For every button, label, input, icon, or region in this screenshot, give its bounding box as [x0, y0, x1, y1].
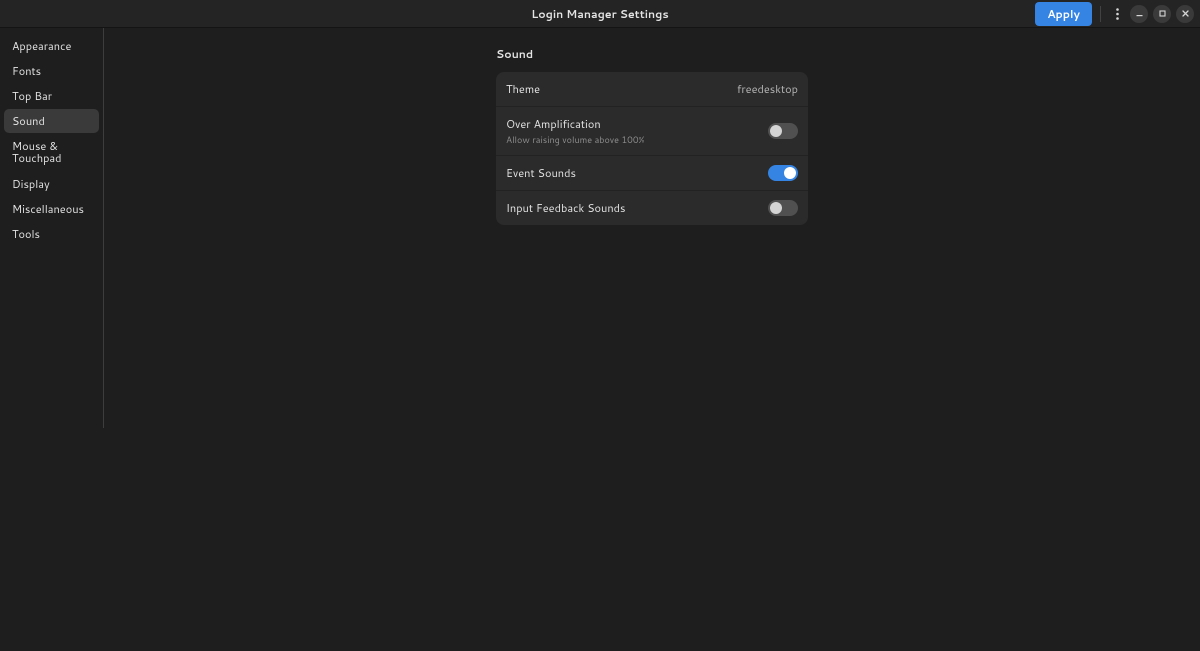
switch-knob: [784, 167, 796, 179]
row-value-theme: freedesktop: [737, 81, 798, 97]
window-title: Login Manager Settings: [0, 6, 1200, 22]
headerbar: Login Manager Settings Apply: [0, 0, 1200, 28]
row-text: Event Sounds: [506, 165, 768, 181]
sidebar-item-label: Miscellaneous: [12, 201, 84, 217]
switch-input-feedback-sounds[interactable]: [768, 200, 798, 216]
switch-knob: [770, 125, 782, 137]
sidebar-item-label: Display: [12, 176, 50, 192]
row-text: Input Feedback Sounds: [506, 200, 768, 216]
row-label: Input Feedback Sounds: [506, 200, 768, 216]
sidebar-item-label: Sound: [12, 113, 45, 129]
switch-event-sounds[interactable]: [768, 165, 798, 181]
row-text: Over Amplification Allow raising volume …: [506, 116, 768, 146]
sidebar: Appearance Fonts Top Bar Sound Mouse & T…: [0, 28, 104, 428]
minimize-button[interactable]: [1130, 5, 1148, 23]
sidebar-item-mouse-touchpad[interactable]: Mouse & Touchpad: [4, 134, 99, 170]
row-label: Over Amplification: [506, 116, 768, 132]
maximize-icon: [1158, 9, 1167, 18]
apply-button[interactable]: Apply: [1035, 2, 1092, 26]
sidebar-item-sound[interactable]: Sound: [4, 109, 99, 133]
close-button[interactable]: [1176, 5, 1194, 23]
row-text: Theme: [506, 81, 737, 97]
sidebar-item-label: Tools: [12, 226, 40, 242]
row-over-amplification: Over Amplification Allow raising volume …: [496, 107, 808, 156]
sidebar-item-top-bar[interactable]: Top Bar: [4, 84, 99, 108]
section-title: Sound: [496, 46, 808, 62]
headerbar-right: Apply: [1035, 0, 1200, 27]
separator: [1100, 6, 1101, 22]
row-event-sounds: Event Sounds: [496, 156, 808, 191]
switch-over-amplification[interactable]: [768, 123, 798, 139]
sidebar-item-display[interactable]: Display: [4, 172, 99, 196]
row-label: Event Sounds: [506, 165, 768, 181]
minimize-icon: [1135, 9, 1144, 18]
sidebar-item-label: Top Bar: [12, 88, 52, 104]
row-theme[interactable]: Theme freedesktop: [496, 72, 808, 107]
menu-button[interactable]: [1109, 5, 1125, 23]
sidebar-item-label: Appearance: [12, 38, 71, 54]
sidebar-item-tools[interactable]: Tools: [4, 222, 99, 246]
sidebar-item-appearance[interactable]: Appearance: [4, 34, 99, 58]
content: Sound Theme freedesktop Over Amplificati…: [104, 28, 1200, 651]
row-label: Theme: [506, 81, 737, 97]
row-sublabel: Allow raising volume above 100%: [506, 133, 768, 146]
kebab-menu-icon: [1116, 8, 1119, 20]
sidebar-item-fonts[interactable]: Fonts: [4, 59, 99, 83]
row-input-feedback-sounds: Input Feedback Sounds: [496, 191, 808, 225]
content-inner: Sound Theme freedesktop Over Amplificati…: [496, 46, 808, 651]
body: Appearance Fonts Top Bar Sound Mouse & T…: [0, 28, 1200, 651]
close-icon: [1181, 9, 1190, 18]
sidebar-item-label: Fonts: [12, 63, 41, 79]
settings-list: Theme freedesktop Over Amplification All…: [496, 72, 808, 225]
maximize-button[interactable]: [1153, 5, 1171, 23]
switch-knob: [770, 202, 782, 214]
sidebar-item-label: Mouse & Touchpad: [12, 138, 62, 166]
sidebar-item-miscellaneous[interactable]: Miscellaneous: [4, 197, 99, 221]
